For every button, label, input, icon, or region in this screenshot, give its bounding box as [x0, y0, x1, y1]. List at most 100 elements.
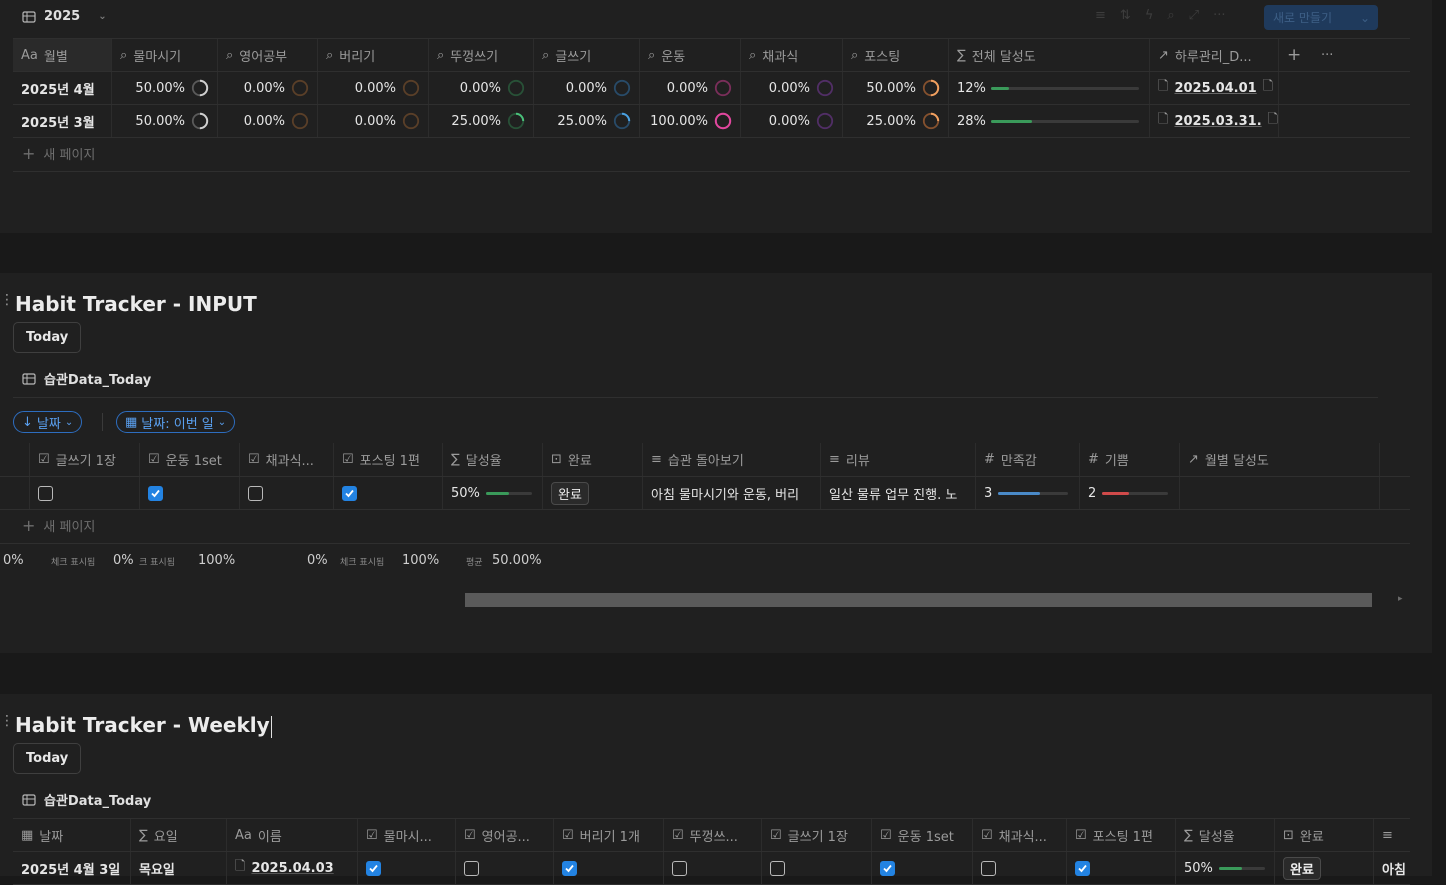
- col-name[interactable]: Aa 이름: [227, 819, 358, 851]
- col-joy[interactable]: # 기쁨: [1080, 443, 1180, 476]
- checkbox[interactable]: [248, 485, 263, 501]
- checkbox[interactable]: [1075, 860, 1090, 876]
- col-water[interactable]: ⌕ 물마시기: [112, 39, 218, 71]
- cell-date[interactable]: 2025년 4월 3일: [13, 852, 131, 884]
- col-posting[interactable]: ☑ 포스팅 1편: [334, 443, 443, 476]
- col-relation[interactable]: ↗ 하루관리_D...: [1150, 39, 1279, 71]
- col-date[interactable]: ▦ 날짜: [13, 819, 131, 851]
- view-tab[interactable]: 2025 ⌄: [22, 9, 107, 24]
- col-writing[interactable]: ⌕ 글쓰기: [534, 39, 640, 71]
- filter-icon[interactable]: ≡: [1095, 8, 1106, 23]
- table-row[interactable]: 2025년 4월 3일 목요일 🗋 2025.04.03 50% 완료 아침: [13, 852, 1410, 885]
- page-title[interactable]: Habit Tracker - Weekly: [15, 713, 272, 738]
- drag-handle-icon[interactable]: ⋮: [0, 713, 14, 729]
- calc-value[interactable]: 0%: [307, 553, 328, 568]
- col-throw[interactable]: ⌕ 버리기: [318, 39, 429, 71]
- col-water[interactable]: ☑ 물마시...: [358, 819, 456, 851]
- col-done[interactable]: ⊡ 완료: [1275, 819, 1374, 851]
- scroll-right-icon[interactable]: ▸: [1398, 594, 1403, 604]
- col-exercise[interactable]: ⌕ 운동: [640, 39, 741, 71]
- col-reflect[interactable]: ≡ 습관 돌아보기: [643, 443, 821, 476]
- col-veg[interactable]: ☑ 채과식...: [973, 819, 1067, 851]
- drag-handle-icon[interactable]: ⋮: [0, 292, 14, 308]
- cell-satisfaction[interactable]: 3: [976, 477, 1080, 509]
- search-icon[interactable]: ⌕: [1167, 8, 1174, 23]
- cell-posting[interactable]: [1067, 852, 1176, 884]
- cell-throw[interactable]: [554, 852, 664, 884]
- checkbox[interactable]: [464, 860, 479, 876]
- chevron-down-icon[interactable]: ⌄: [1360, 11, 1370, 25]
- cell-relation[interactable]: 🗋 2025.03.31. 🗋: [1150, 105, 1279, 137]
- new-page-button[interactable]: + 새 페이지: [22, 516, 95, 535]
- cell-relation[interactable]: 🗋 2025.04.01 🗋: [1150, 72, 1279, 104]
- col-month[interactable]: Aa 월별: [13, 39, 112, 71]
- cell-veg[interactable]: [240, 477, 334, 509]
- cell-joy[interactable]: 2: [1080, 477, 1180, 509]
- cell-done[interactable]: 완료: [1275, 852, 1374, 884]
- checkbox[interactable]: [672, 860, 687, 876]
- horizontal-scrollbar[interactable]: [465, 593, 1372, 607]
- cell-monthly[interactable]: [1180, 477, 1380, 509]
- col-more[interactable]: ≡: [1374, 819, 1410, 851]
- calc-value[interactable]: 0%: [113, 553, 134, 568]
- cell-exercise[interactable]: [872, 852, 973, 884]
- col-veg[interactable]: ☑ 채과식...: [240, 443, 334, 476]
- relation-link[interactable]: 2025.04.01: [1174, 81, 1256, 96]
- col-rate[interactable]: ∑ 달성율: [1176, 819, 1275, 851]
- col-english[interactable]: ☑ 영어공...: [456, 819, 554, 851]
- relation-link[interactable]: 2025.03.31.: [1174, 114, 1261, 129]
- add-column-icon[interactable]: +: [1279, 39, 1313, 71]
- col-english[interactable]: ⌕ 영어공부: [218, 39, 318, 71]
- col-done[interactable]: ⊡ 완료: [543, 443, 643, 476]
- checkbox[interactable]: [38, 485, 53, 501]
- db-title[interactable]: 습관Data_Today: [22, 369, 151, 388]
- cell-veg[interactable]: [973, 852, 1067, 884]
- col-review[interactable]: ≡ 리뷰: [821, 443, 976, 476]
- checkbox[interactable]: [148, 485, 163, 501]
- col-posting[interactable]: ☑ 포스팅 1편: [1067, 819, 1176, 851]
- cell-english[interactable]: [456, 852, 554, 884]
- filter-chip[interactable]: ▦ 날짜: 이번 일 ⌄: [116, 411, 236, 433]
- done-button[interactable]: 완료: [551, 481, 589, 505]
- cell-review[interactable]: 일산 물류 업무 진행. 노: [821, 477, 976, 509]
- new-page-button[interactable]: + 새 페이지: [22, 144, 95, 163]
- col-veg[interactable]: ⌕ 채과식: [741, 39, 843, 71]
- chevron-down-icon[interactable]: ⌄: [98, 11, 106, 22]
- db-title[interactable]: 습관Data_Today: [22, 790, 151, 809]
- calc-value[interactable]: 100%: [198, 553, 235, 568]
- checkbox[interactable]: [770, 860, 785, 876]
- done-button[interactable]: 완료: [1283, 856, 1321, 880]
- page-name[interactable]: 2025.04.03: [251, 861, 333, 876]
- cell-done[interactable]: 완료: [543, 477, 643, 509]
- checkbox[interactable]: [562, 860, 577, 876]
- calc-value[interactable]: 0%: [3, 553, 24, 568]
- table-row[interactable]: 2025년 4월 50.00% 0.00% 0.00% 0.00% 0.00% 0.00% 0…: [13, 72, 1410, 105]
- calc-value[interactable]: 50.00%: [492, 553, 542, 568]
- col-rate[interactable]: ∑ 달성율: [443, 443, 543, 476]
- col-writing[interactable]: ☑ 글쓰기 1장: [30, 443, 140, 476]
- col-throw[interactable]: ☑ 버리기 1개: [554, 819, 664, 851]
- more-icon[interactable]: ···: [1213, 8, 1225, 23]
- sort-chip[interactable]: ↓ 날짜 ⌄: [13, 411, 83, 433]
- col-lid[interactable]: ⌕ 뚜껑쓰기: [429, 39, 534, 71]
- checkbox[interactable]: [880, 860, 895, 876]
- new-button[interactable]: 새로 만들기 ⌄: [1264, 5, 1378, 30]
- table-row[interactable]: 2025년 3월 50.00% 0.00% 0.00% 25.00% 25.00% 100.…: [13, 105, 1410, 138]
- col-overall[interactable]: ∑ 전체 달성도: [949, 39, 1150, 71]
- cell-lid[interactable]: [664, 852, 762, 884]
- calc-value[interactable]: 100%: [402, 553, 439, 568]
- sort-icon[interactable]: ⇅: [1120, 8, 1131, 23]
- cell-extra[interactable]: 아침: [1374, 852, 1410, 884]
- col-monthly[interactable]: ↗ 월별 달성도: [1180, 443, 1380, 476]
- col-satisfaction[interactable]: # 만족감: [976, 443, 1080, 476]
- col-writing[interactable]: ☑ 글쓰기 1장: [762, 819, 872, 851]
- more-columns-icon[interactable]: ···: [1313, 39, 1353, 71]
- col-posting[interactable]: ⌕ 포스팅: [843, 39, 949, 71]
- col-exercise[interactable]: ☑ 운동 1set: [140, 443, 240, 476]
- col-weekday[interactable]: ∑ 요일: [131, 819, 227, 851]
- cell-writing[interactable]: [762, 852, 872, 884]
- cell-name[interactable]: 🗋 2025.04.03: [227, 852, 358, 884]
- checkbox[interactable]: [981, 860, 996, 876]
- checkbox[interactable]: [366, 860, 381, 876]
- cell-reflect[interactable]: 아침 물마시기와 운동, 버리: [643, 477, 821, 509]
